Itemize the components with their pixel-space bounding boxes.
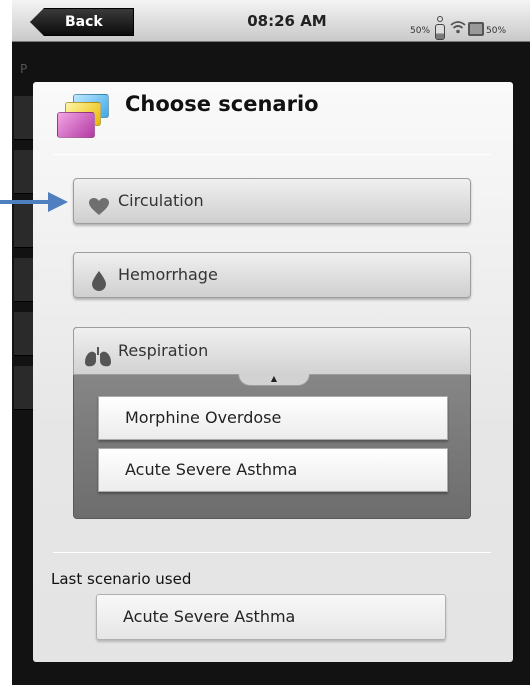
circulation-button[interactable]: Circulation <box>73 178 471 224</box>
dialog-title: Choose scenario <box>125 92 319 116</box>
last-scenario-button[interactable]: Acute Severe Asthma <box>96 594 446 640</box>
blood-drop-icon <box>88 265 110 291</box>
wifi-icon <box>450 19 466 38</box>
status-indicators: 50% 50% <box>410 10 506 40</box>
back-button[interactable]: Back <box>30 8 134 36</box>
circulation-label: Circulation <box>118 191 204 210</box>
hemorrhage-label: Hemorrhage <box>118 265 218 284</box>
respiration-button[interactable]: Respiration <box>73 327 471 375</box>
background-row <box>14 258 34 302</box>
choose-scenario-dialog: Choose scenario Circulation Hemorrhage R… <box>33 82 513 662</box>
hemorrhage-button[interactable]: Hemorrhage <box>73 252 471 298</box>
pointer-arrow-icon <box>0 190 70 214</box>
scenario-cards-icon <box>55 94 113 142</box>
background-row <box>14 150 34 194</box>
divider <box>53 154 491 155</box>
divider <box>53 552 491 553</box>
heart-icon <box>88 191 110 215</box>
collapse-toggle[interactable]: ▲ <box>238 374 310 386</box>
background-text: P <box>20 62 29 76</box>
respiration-label: Respiration <box>118 341 209 360</box>
morphine-overdose-button[interactable]: Morphine Overdose <box>98 396 448 440</box>
tablet-icon <box>468 22 485 36</box>
respiration-expanded-panel: Respiration ▲ Morphine Overdose Acute Se… <box>73 327 471 519</box>
background-row <box>14 96 34 140</box>
clock: 08:26 AM <box>247 12 327 30</box>
background-row <box>14 366 34 410</box>
status-bar: Back 08:26 AM 50% 50% <box>12 0 530 42</box>
battery-right-percent: 50% <box>486 26 507 36</box>
lungs-icon <box>84 340 112 367</box>
battery-left-percent: 50% <box>410 26 431 36</box>
background-row <box>14 312 34 356</box>
last-scenario-label: Last scenario used <box>51 570 192 588</box>
acute-severe-asthma-button[interactable]: Acute Severe Asthma <box>98 448 448 492</box>
person-icon <box>434 16 446 40</box>
